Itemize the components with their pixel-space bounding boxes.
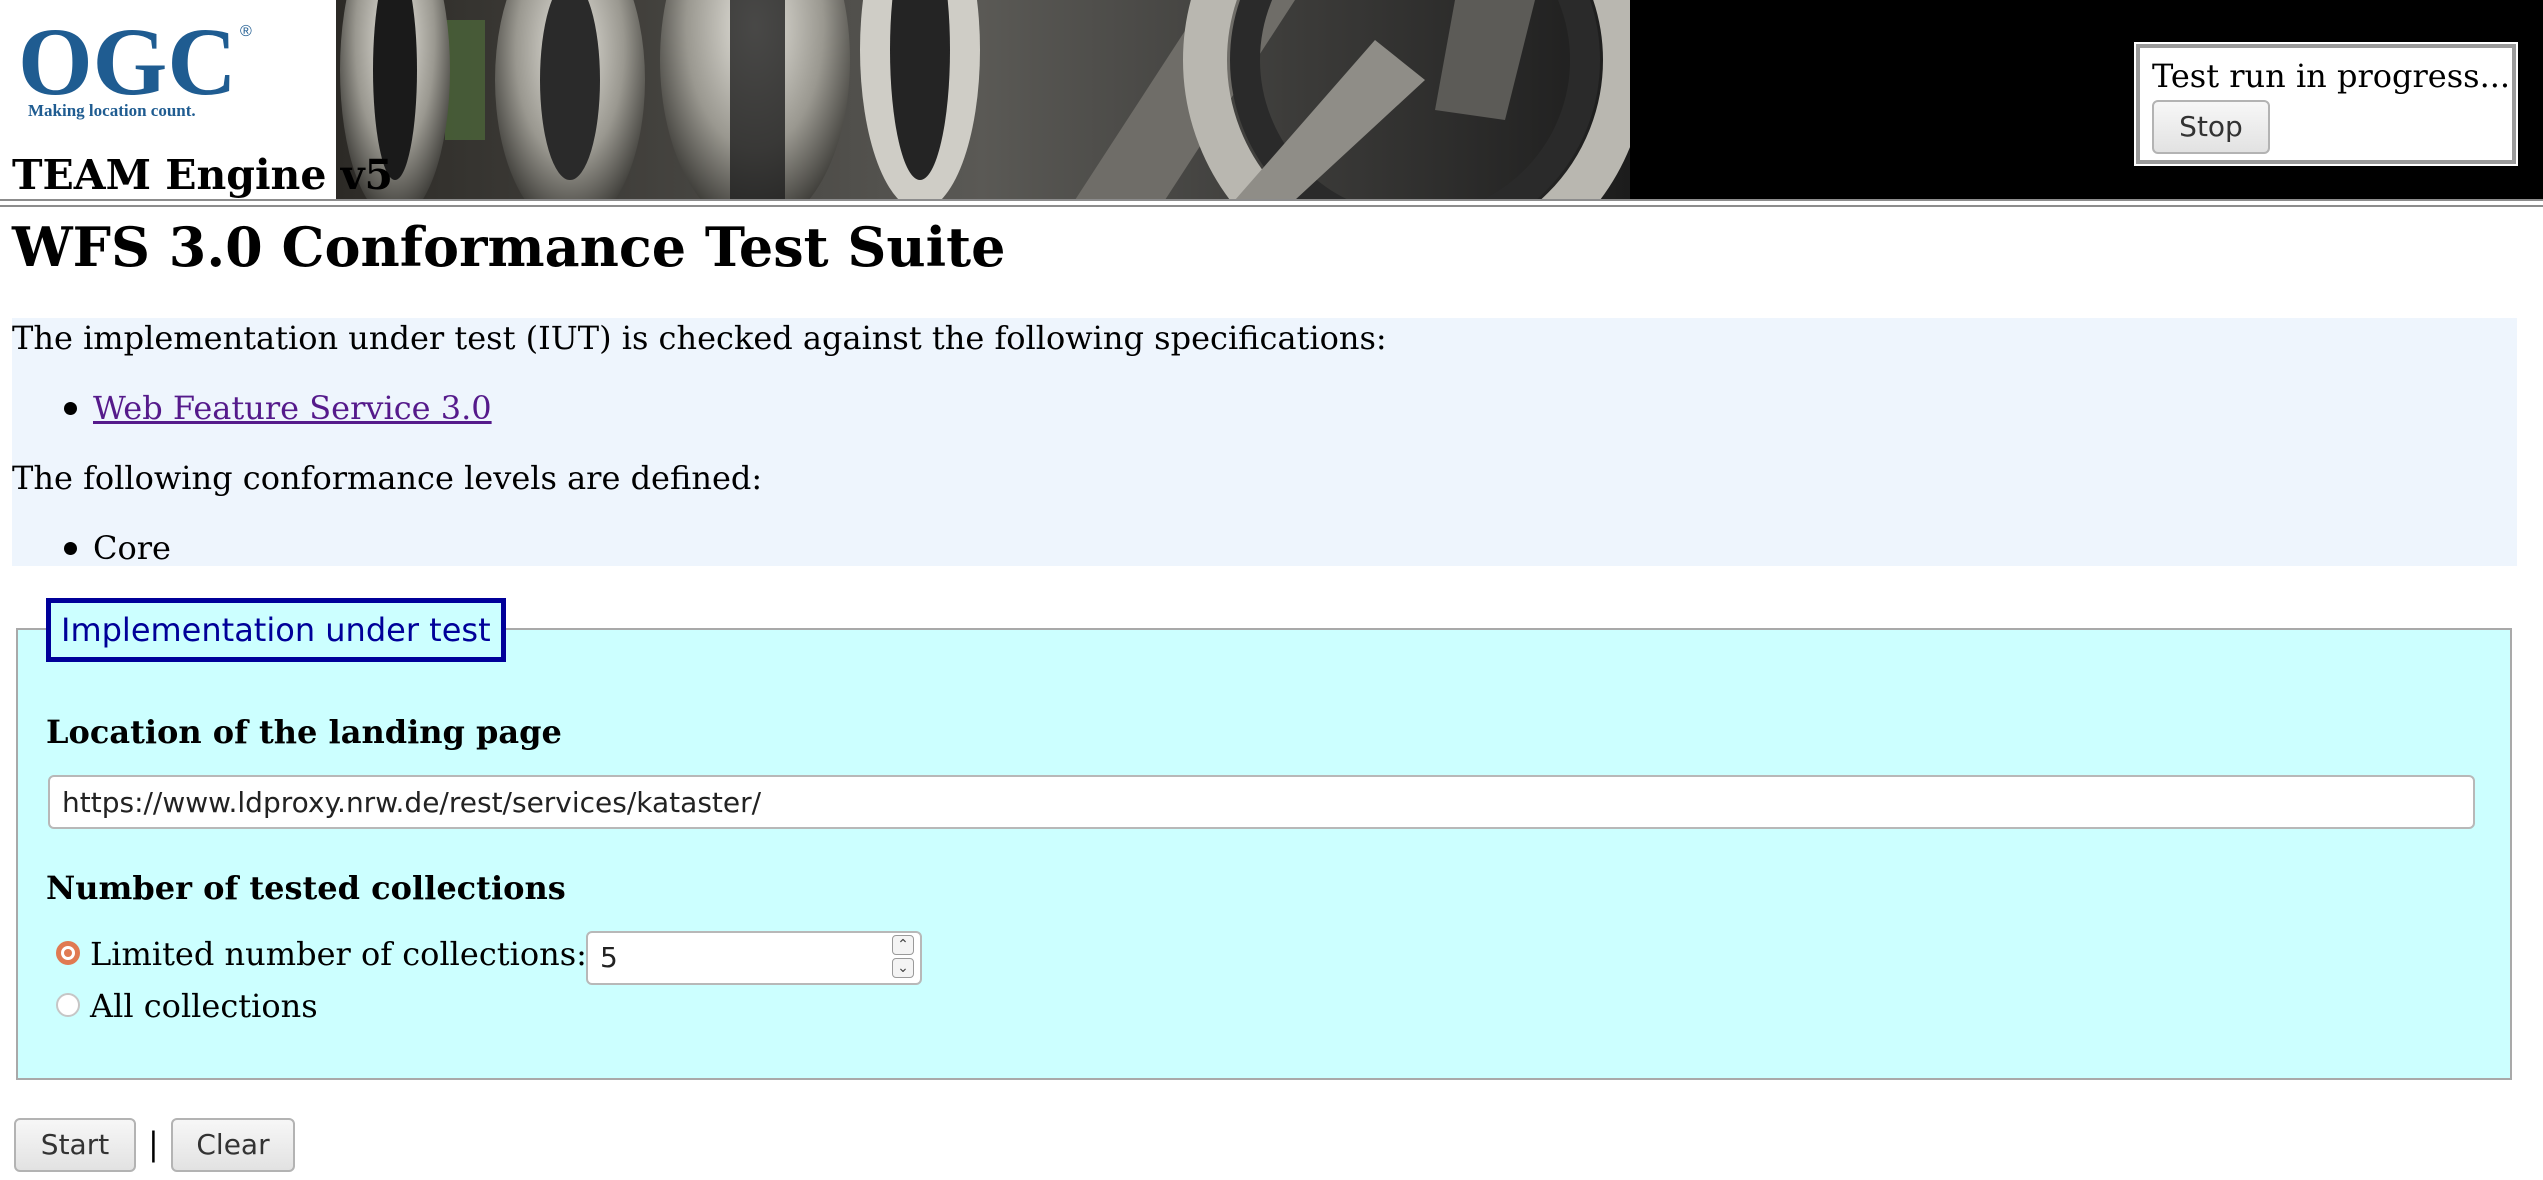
spin-down-icon[interactable]: ⌄ [892,958,914,978]
progress-status: Test run in progress... [2152,57,2511,95]
collections-label: Number of tested collections [46,869,566,907]
radio-all-collections[interactable] [56,993,80,1017]
iut-fieldset: Implementation under test Location of th… [16,598,2512,1080]
collection-count-input[interactable]: 5 [586,931,922,985]
svg-text:OGC: OGC [18,14,237,115]
landing-page-label: Location of the landing page [46,713,562,751]
conformance-level-item: Core [93,529,171,567]
bullet-icon [64,402,77,415]
specification-panel: The implementation under test (IUT) is c… [12,318,2517,567]
start-button[interactable]: Start [14,1118,136,1172]
all-collections-label: All collections [90,987,318,1025]
logo-area: OGC ® Making location count. TEAM Engine… [0,0,393,200]
conformance-intro-text: The following conformance levels are def… [12,459,763,497]
spec-link-wfs[interactable]: Web Feature Service 3.0 [93,388,492,428]
test-progress-panel: Test run in progress... Stop [2134,42,2518,166]
limited-collections-label: Limited number of collections: [90,935,587,973]
page-header: OGC ® Making location count. TEAM Engine… [0,0,2543,200]
ogc-logo: OGC ® Making location count. [18,14,252,120]
spec-intro-text: The implementation under test (IUT) is c… [12,319,1387,357]
fieldset-legend: Implementation under test [46,598,506,662]
bullet-icon [64,542,77,555]
stop-button[interactable]: Stop [2152,100,2270,154]
radio-limited-collections[interactable] [56,941,80,965]
landing-page-input[interactable] [48,775,2475,829]
svg-text:Making location count.: Making location count. [28,101,196,120]
banner-image [335,0,1630,200]
svg-text:®: ® [240,23,252,40]
button-separator: | [148,1125,159,1163]
header-divider [0,199,2543,207]
page-title: WFS 3.0 Conformance Test Suite [12,215,1006,279]
spin-up-icon[interactable]: ⌃ [892,935,914,955]
app-title: TEAM Engine v5 [12,151,394,199]
clear-button[interactable]: Clear [171,1118,295,1172]
